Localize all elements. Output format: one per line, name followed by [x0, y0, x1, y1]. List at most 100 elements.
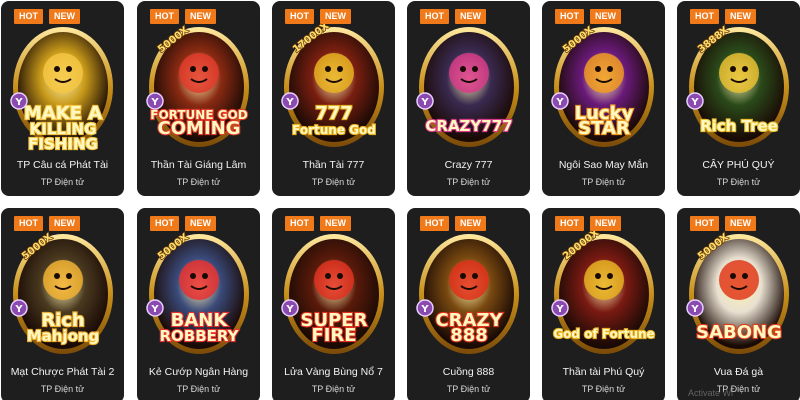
- svg-text:Y: Y: [555, 304, 564, 315]
- game-logo-line: Fortune God: [292, 123, 376, 137]
- game-thumbnail[interactable]: MAKE A KILLING FISHING Y: [9, 23, 117, 151]
- hot-badge: HOT: [420, 9, 449, 24]
- game-title[interactable]: Cuồng 888: [407, 366, 530, 378]
- provider-badge-icon: Y: [551, 299, 569, 317]
- game-provider: TP Điện tử: [311, 177, 356, 187]
- game-provider: TP Điện tử: [581, 384, 626, 394]
- fire-seven-icon: SUPERFIRE Y: [281, 234, 384, 354]
- game-thumbnail[interactable]: 5000X FORTUNE GOD COMING Y: [145, 23, 253, 151]
- game-grid: HOT NEW MAKE A KILLING FISHING Y TP Câu …: [0, 0, 800, 400]
- game-thumbnail[interactable]: 5000X BANK ROBBERY Y: [145, 230, 253, 358]
- game-thumbnail[interactable]: CRAZY 888 Y: [415, 230, 523, 358]
- game-title[interactable]: CÂY PHÚ QUÝ: [677, 159, 800, 171]
- game-thumbnail[interactable]: SUPER FIRE Y: [280, 230, 388, 358]
- game-card[interactable]: HOT NEW CRAZY777 Y Crazy 777 TP Điện tử: [407, 1, 530, 196]
- game-provider: TP Điện tử: [446, 177, 491, 187]
- game-badges: HOT NEW: [285, 216, 351, 231]
- game-title[interactable]: TP Câu cá Phát Tài: [1, 159, 124, 171]
- game-logo-line: Mahjong: [27, 327, 100, 345]
- provider-badge-icon: Y: [551, 92, 569, 110]
- game-card[interactable]: HOT NEW 5000X Lucky STAR Y Ngôi Sao May …: [542, 1, 665, 196]
- game-badges: HOT NEW: [555, 216, 621, 231]
- game-provider: TP Điện tử: [40, 384, 85, 394]
- game-title[interactable]: Kẻ Cướp Ngân Hàng: [137, 366, 260, 378]
- robber-icon: 5000X BANKROBBERY Y: [146, 231, 249, 354]
- new-badge: NEW: [49, 216, 80, 231]
- game-thumbnail[interactable]: CRAZY777 Y: [415, 23, 523, 151]
- provider-badge-icon: Y: [416, 92, 434, 110]
- game-provider: TP Điện tử: [176, 177, 221, 187]
- game-title[interactable]: Crazy 777: [407, 159, 530, 171]
- game-card[interactable]: HOT NEW 5000X FORTUNE GOD COMING Y Thần …: [137, 1, 260, 196]
- game-provider: TP Điện tử: [176, 384, 221, 394]
- hot-badge: HOT: [14, 9, 43, 24]
- new-badge: NEW: [185, 9, 216, 24]
- game-thumbnail[interactable]: 3888X Rich Tree Y: [685, 23, 793, 151]
- money-tree-icon: 3888X Rich Tree Y: [686, 24, 789, 147]
- provider-badge-icon: Y: [281, 299, 299, 317]
- mahjong-god-icon: 5000X RichMahjong Y: [10, 231, 113, 354]
- game-provider: TP Điện tử: [40, 177, 85, 187]
- new-badge: NEW: [49, 9, 80, 24]
- game-logo-line: STAR: [578, 118, 630, 139]
- hot-badge: HOT: [690, 9, 719, 24]
- game-card[interactable]: HOT NEW MAKE A KILLING FISHING Y TP Câu …: [1, 1, 124, 196]
- game-title[interactable]: Thần Tài 777: [272, 159, 395, 171]
- provider-badge-icon: Y: [146, 299, 164, 317]
- hot-badge: HOT: [555, 9, 584, 24]
- game-logo-line: God of Fortune: [553, 327, 654, 341]
- new-badge: NEW: [185, 216, 216, 231]
- game-logo-line: FIRE: [311, 325, 356, 346]
- god-of-fortune-icon: 20000X God of Fortune Y: [551, 230, 656, 354]
- new-badge: NEW: [320, 216, 351, 231]
- game-provider: TP Điện tử: [311, 384, 356, 394]
- game-thumbnail[interactable]: 20000X God of Fortune Y: [550, 230, 658, 358]
- new-badge: NEW: [725, 9, 756, 24]
- rooster-icon: 5000X SABONG Y: [686, 231, 789, 354]
- game-badges: HOT NEW: [555, 9, 621, 24]
- provider-badge-icon: Y: [281, 92, 299, 110]
- game-thumbnail[interactable]: 5000X Lucky STAR Y: [550, 23, 658, 151]
- game-title[interactable]: Vua Đá gà: [677, 366, 800, 378]
- hot-badge: HOT: [420, 216, 449, 231]
- game-badges: HOT NEW: [420, 9, 486, 24]
- new-badge: NEW: [725, 216, 756, 231]
- golden-sun-icon: MAKE AKILLINGFISHING Y: [10, 27, 113, 151]
- game-title[interactable]: Thần tài Phú Quý: [542, 366, 665, 378]
- game-card[interactable]: HOT NEW 3888X Rich Tree Y CÂY PHÚ QUÝ TP…: [677, 1, 800, 196]
- game-title[interactable]: Ngôi Sao May Mắn: [542, 159, 665, 171]
- game-title[interactable]: Lửa Vàng Bùng Nổ 7: [272, 366, 395, 378]
- game-badges: HOT NEW: [420, 216, 486, 231]
- game-card[interactable]: HOT NEW 5000X BANK ROBBERY Y Kẻ Cướp Ngâ…: [137, 208, 260, 400]
- game-title[interactable]: Mạt Chược Phát Tài 2: [1, 366, 124, 378]
- game-badges: HOT NEW: [150, 216, 216, 231]
- game-card[interactable]: HOT NEW 20000X God of Fortune Y Thần tài…: [542, 208, 665, 400]
- hot-badge: HOT: [555, 216, 584, 231]
- game-thumbnail[interactable]: 17000X 777 Fortune God Y: [280, 23, 388, 151]
- svg-text:Y: Y: [555, 97, 564, 108]
- game-card[interactable]: HOT NEW 5000X Rich Mahjong Y Mạt Chược P…: [1, 208, 124, 400]
- game-card[interactable]: HOT NEW SUPER FIRE Y Lửa Vàng Bùng Nổ 7 …: [272, 208, 395, 400]
- game-card[interactable]: HOT NEW 5000X SABONG Y Vua Đá gà TP Điện…: [677, 208, 800, 400]
- game-provider: TP Điện tử: [446, 384, 491, 394]
- lucky-star-icon: 5000X LuckySTAR Y: [551, 24, 654, 147]
- game-thumbnail[interactable]: 5000X SABONG Y: [685, 230, 793, 358]
- fortune-god-777-icon: 17000X 777Fortune God Y: [281, 23, 384, 147]
- crazy-888-icon: CRAZY888 Y: [416, 234, 519, 354]
- game-thumbnail[interactable]: 5000X Rich Mahjong Y: [9, 230, 117, 358]
- game-badges: HOT NEW: [150, 9, 216, 24]
- os-activation-watermark: Activate Wi: [688, 388, 734, 398]
- game-logo-line: ROBBERY: [159, 327, 239, 345]
- hot-badge: HOT: [285, 9, 314, 24]
- provider-badge-icon: Y: [146, 92, 164, 110]
- game-title[interactable]: Thần Tài Giáng Lâm: [137, 159, 260, 171]
- provider-badge-icon: Y: [10, 299, 28, 317]
- game-logo-line: FISHING: [28, 135, 98, 151]
- game-card[interactable]: HOT NEW CRAZY 888 Y Cuồng 888 TP Điện tử: [407, 208, 530, 400]
- game-provider: TP Điện tử: [716, 177, 761, 187]
- new-badge: NEW: [455, 216, 486, 231]
- game-provider: TP Điện tử: [581, 177, 626, 187]
- game-badges: HOT NEW: [285, 9, 351, 24]
- game-card[interactable]: HOT NEW 17000X 777 Fortune God Y Thần Tà…: [272, 1, 395, 196]
- provider-badge-icon: Y: [10, 92, 28, 110]
